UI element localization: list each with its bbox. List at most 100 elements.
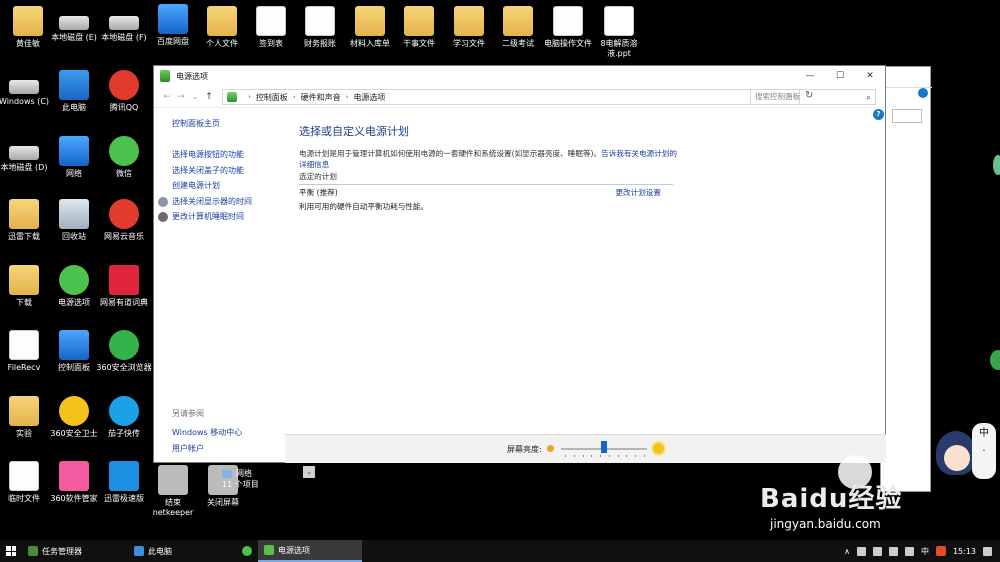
360-browser-icon <box>242 546 252 556</box>
doc-icon <box>305 6 335 36</box>
youdao-icon <box>109 265 139 295</box>
search-box[interactable] <box>892 109 922 123</box>
recent-locations-button[interactable]: ⌄ <box>188 92 202 102</box>
desktop-icon[interactable]: 控制面板 <box>46 330 102 373</box>
desktop-icon[interactable]: 本地磁盘 (F) <box>96 6 152 43</box>
desktop-icon[interactable]: 此电脑 <box>46 70 102 113</box>
see-also-heading: 另请参阅 <box>172 409 204 418</box>
desktop-icon[interactable]: 8电解质溶液.ppt <box>590 6 648 59</box>
maximize-button[interactable]: ☐ <box>825 66 855 86</box>
desktop-icon[interactable]: 本地磁盘 (E) <box>46 6 102 43</box>
power-options-task[interactable]: 电源选项 <box>258 540 362 562</box>
task-manager-icon <box>28 546 38 556</box>
desktop-icon[interactable]: 结束netkeeper <box>145 465 201 518</box>
forward-button[interactable]: → <box>174 92 188 102</box>
desktop-icon[interactable]: 个人文件 <box>194 6 250 49</box>
see-also-user-accounts[interactable]: 用户帐户 <box>172 441 242 457</box>
mascot[interactable]: 中 · <box>928 423 998 487</box>
change-plan-settings-link[interactable]: 更改计划设置 <box>615 187 661 198</box>
chevron-down-icon[interactable]: ⌄ <box>303 466 315 478</box>
task-manager-task[interactable]: 任务管理器 <box>22 540 88 562</box>
search-input[interactable]: 搜索控制面板 ⌕ <box>750 89 876 105</box>
desktop-icon[interactable]: 财务报账 <box>292 6 348 49</box>
volume-icon[interactable] <box>888 546 898 556</box>
network-icon <box>59 136 89 166</box>
start-button[interactable] <box>0 540 22 562</box>
desktop-icon[interactable]: 电脑操作文件 <box>540 6 596 49</box>
sidebar-link-sleep[interactable]: 更改计算机睡眠时间 <box>158 209 292 225</box>
breadcrumb[interactable]: › 控制面板 › 硬件和声音 › 电源选项 ⌄ <box>222 89 800 105</box>
desktop-icon[interactable]: 临时文件 <box>0 461 50 504</box>
desktop-icon[interactable]: 学习文件 <box>441 6 497 49</box>
sidebar-link-display-off[interactable]: 选择关闭显示器的时间 <box>158 194 292 210</box>
clock[interactable]: 15:13 <box>953 547 976 556</box>
desktop-icon[interactable]: 签到表 <box>243 6 299 49</box>
up-button[interactable]: ↑ <box>202 92 216 102</box>
this-pc-icon <box>59 70 89 100</box>
power-options-icon <box>264 545 274 555</box>
see-also: 另请参阅 Windows 移动中心 用户帐户 <box>172 408 242 456</box>
help-icon[interactable]: ? <box>873 109 884 120</box>
help-icon[interactable] <box>918 88 928 98</box>
power-options-icon <box>59 265 89 295</box>
desktop-icon[interactable]: 本地磁盘 (D) <box>0 136 50 173</box>
drive-icon <box>9 146 39 160</box>
desktop-icon[interactable]: Windows (C) <box>0 70 50 107</box>
sidebar-link-create-plan[interactable]: 创建电源计划 <box>172 178 292 194</box>
notification-icon[interactable] <box>983 546 992 556</box>
desktop-icon[interactable]: 二级考试 <box>490 6 546 49</box>
desktop-icon[interactable]: 下载 <box>0 265 50 308</box>
close-button[interactable]: ✕ <box>855 66 885 86</box>
title-bar[interactable]: 电源选项 — ☐ ✕ <box>154 66 885 86</box>
search-icon[interactable]: ⌕ <box>866 91 871 105</box>
desktop-icon[interactable]: 电源选项 <box>46 265 102 308</box>
desktop-icon[interactable]: FileRecv <box>0 330 50 373</box>
show-hidden-icons[interactable]: ∧ <box>844 547 850 556</box>
floating-widget[interactable] <box>993 155 1000 175</box>
this-pc-task[interactable]: 此电脑 <box>128 540 178 562</box>
desktop-icon[interactable]: 360安全浏览器 <box>96 330 152 373</box>
desktop-icon[interactable]: 材料入库单 <box>342 6 398 49</box>
minimize-button[interactable]: — <box>795 66 825 86</box>
desktop-icon[interactable]: 迅雷极速版 <box>96 461 152 504</box>
sidebar-home-link[interactable]: 控制面板主页 <box>172 118 292 129</box>
desktop-icon[interactable]: 实验 <box>0 396 50 439</box>
floating-widget[interactable] <box>990 350 1000 370</box>
desktop-icon[interactable]: 干事文件 <box>391 6 447 49</box>
desktop-icon[interactable]: 迅雷下载 <box>0 199 50 242</box>
breadcrumb-power-options[interactable]: 电源选项 <box>353 92 385 103</box>
back-button[interactable]: ← <box>160 92 174 102</box>
folder-icon <box>9 265 39 295</box>
desktop-icon[interactable]: 360软件管家 <box>46 461 102 504</box>
sidebar-link-label: 更改计算机睡眠时间 <box>172 212 244 221</box>
explorer-status: 网络 11 个项目 <box>222 468 259 490</box>
breadcrumb-hardware-sound[interactable]: 硬件和声音 <box>301 92 341 103</box>
network-item[interactable]: 网络 <box>222 468 259 479</box>
desktop-icon[interactable]: 腾讯QQ <box>96 70 152 113</box>
desktop-icon[interactable]: 网易有道词典 <box>96 265 152 308</box>
drive-icon <box>9 80 39 94</box>
breadcrumb-control-panel[interactable]: 控制面板 <box>256 92 288 103</box>
window-title: 电源选项 <box>176 71 208 81</box>
background-explorer-window[interactable] <box>880 66 932 492</box>
desktop-icon[interactable]: 百度网盘 <box>145 4 201 47</box>
sogou-ime-icon[interactable] <box>935 546 946 556</box>
brightness-slider-thumb[interactable] <box>601 441 607 453</box>
desktop-icon[interactable]: 网易云音乐 <box>96 199 152 242</box>
sidebar-link-power-button[interactable]: 选择电源按钮的功能 <box>172 147 292 163</box>
desktop-icon[interactable]: 茄子快传 <box>96 396 152 439</box>
see-also-mobility-center[interactable]: Windows 移动中心 <box>172 425 242 441</box>
desktop-icon[interactable]: 回收站 <box>46 199 102 242</box>
battery-icon[interactable] <box>904 546 914 556</box>
page-description: 电源计划是用于管理计算机如何使用电源的一套硬件和系统设置(如显示器亮度、睡眠等)… <box>299 148 679 170</box>
sidebar-link-lid[interactable]: 选择关闭盖子的功能 <box>172 163 292 179</box>
network-icon[interactable] <box>872 546 882 556</box>
desktop-icon[interactable]: 微信 <box>96 136 152 179</box>
shortcut-icon <box>158 465 188 495</box>
desktop-icon[interactable]: 360安全卫士 <box>46 396 102 439</box>
word-doc-icon <box>256 6 286 36</box>
user-icon[interactable] <box>856 546 866 556</box>
ime-indicator[interactable]: 中 <box>921 546 929 557</box>
desktop-icon[interactable]: 网络 <box>46 136 102 179</box>
xunlei-icon <box>109 461 139 491</box>
